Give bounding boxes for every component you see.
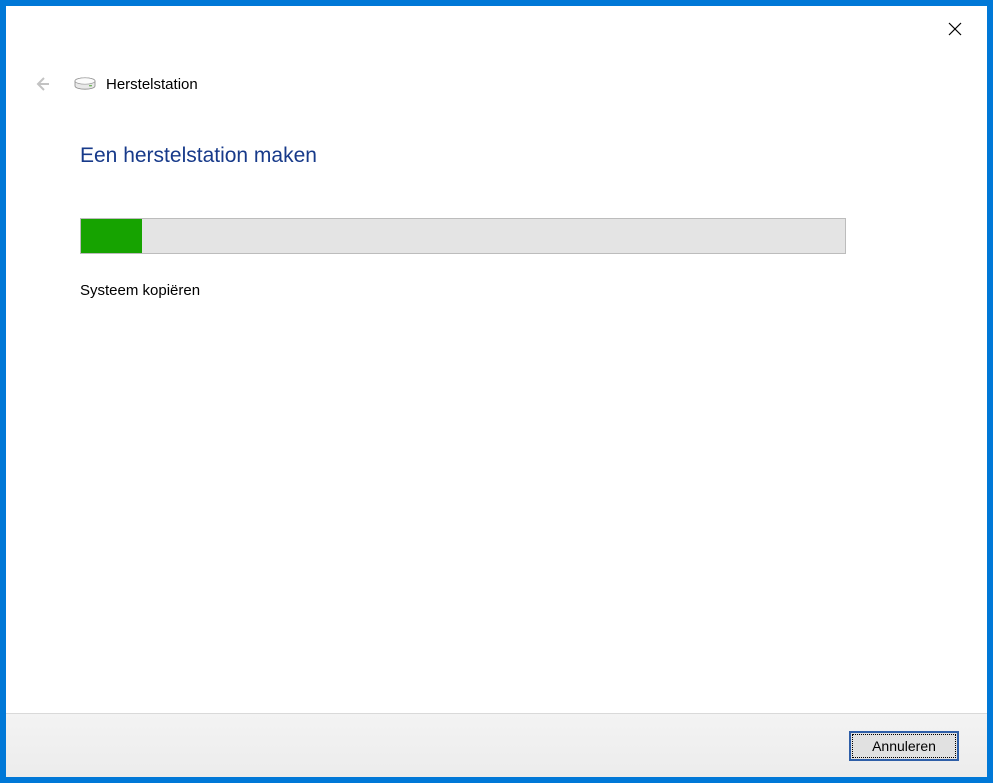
header-row: Herstelstation [28,70,957,98]
page-heading: Een herstelstation maken [80,144,917,168]
app-title: Herstelstation [106,76,198,93]
cancel-button[interactable]: Annuleren [849,731,959,761]
main-body: Een herstelstation maken Systeem kopiëre… [36,98,957,299]
progress-fill [81,219,142,253]
wizard-window: Herstelstation Een herstelstation maken … [6,6,987,777]
close-button[interactable] [937,14,973,44]
status-text: Systeem kopiëren [80,282,917,299]
back-arrow-icon [33,75,51,93]
back-button [28,70,56,98]
footer: Annuleren [6,713,987,777]
close-icon [948,22,962,36]
content-area: Herstelstation Een herstelstation maken … [6,50,987,713]
progress-bar [80,218,846,254]
titlebar [6,6,987,50]
app-icon-title: Herstelstation [74,76,198,93]
drive-icon [74,77,96,91]
